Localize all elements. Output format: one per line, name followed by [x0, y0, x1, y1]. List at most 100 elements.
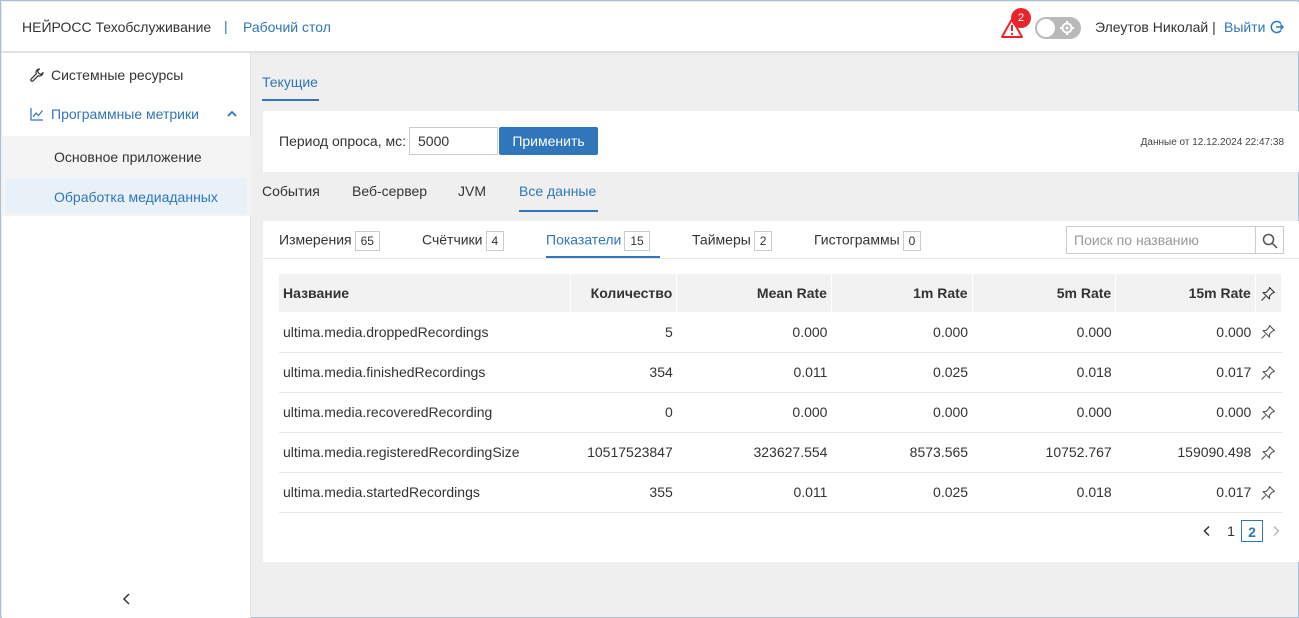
column-header-count[interactable]: Количество — [570, 274, 678, 312]
cell-count: 5 — [570, 312, 677, 353]
column-header-pin[interactable] — [1255, 274, 1283, 312]
tab-counters[interactable]: Счётчики 4 — [422, 231, 505, 251]
logout-link[interactable]: Выйти — [1224, 19, 1265, 35]
column-header-1m-rate[interactable]: 1m Rate — [831, 274, 973, 312]
column-header-name[interactable]: Название — [279, 274, 571, 312]
cell-5m-rate: 10752.767 — [972, 432, 1116, 473]
subtab-all-data[interactable]: Все данные — [519, 183, 596, 199]
poll-panel: Период опроса, мс: Применить Данные от 1… — [263, 111, 1299, 172]
tab-gauges[interactable]: Показатели 15 — [546, 231, 650, 251]
page-2-button[interactable]: 2 — [1241, 520, 1263, 542]
sidebar-item-program-metrics[interactable]: Программные метрики — [2, 97, 251, 131]
cell-name: ultima.media.finishedRecordings — [279, 352, 571, 393]
pin-cell[interactable] — [1255, 352, 1282, 393]
sidebar-item-label: Системные ресурсы — [51, 67, 184, 83]
cell-5m-rate: 0.018 — [972, 472, 1116, 513]
poll-period-label: Период опроса, мс: — [279, 133, 407, 149]
header-separator: | — [224, 18, 228, 34]
cell-15m-rate: 0.017 — [1115, 472, 1256, 513]
subtab-jvm[interactable]: JVM — [458, 183, 486, 199]
tab-count: 2 — [753, 231, 773, 251]
cell-1m-rate: 0.025 — [831, 472, 973, 513]
sidebar-submenu: Основное приложение Обработка медиаданны… — [2, 136, 251, 216]
app-frame: НЕЙРОСС Техобслуживание | Рабочий стол 2… — [0, 0, 1299, 618]
settings-toggle[interactable] — [1035, 17, 1081, 39]
chevron-up-icon[interactable] — [226, 108, 238, 120]
sidebar-subitem-label: Основное приложение — [54, 149, 202, 165]
tab-count: 4 — [485, 231, 505, 251]
search-icon — [1262, 233, 1278, 249]
column-header-15m-rate[interactable]: 15m Rate — [1115, 274, 1256, 312]
cell-name: ultima.media.startedRecordings — [279, 472, 571, 513]
page-1-button[interactable]: 1 — [1224, 520, 1238, 542]
cell-mean-rate: 0.011 — [676, 472, 832, 513]
pin-cell[interactable] — [1255, 312, 1282, 353]
sidebar: Системные ресурсы Программные метрики Ос… — [2, 53, 251, 618]
sidebar-subitem-label: Обработка медиаданных — [54, 189, 218, 205]
search-button[interactable] — [1255, 226, 1284, 254]
chart-line-icon — [30, 108, 43, 121]
tab-current[interactable]: Текущие — [262, 74, 318, 90]
sidebar-subitem-main-app[interactable]: Основное приложение — [6, 138, 247, 174]
pin-icon[interactable] — [1260, 445, 1276, 461]
column-header-mean-rate[interactable]: Mean Rate — [676, 274, 832, 312]
toggle-knob — [1037, 19, 1055, 37]
cell-name: ultima.media.recoveredRecording — [279, 392, 571, 433]
top-header: НЕЙРОСС Техобслуживание | Рабочий стол 2… — [2, 2, 1299, 52]
pin-icon — [1261, 286, 1276, 301]
cell-1m-rate: 0.000 — [831, 312, 973, 353]
tab-count: 15 — [624, 231, 650, 251]
cell-1m-rate: 8573.565 — [831, 432, 973, 473]
desk-link[interactable]: Рабочий стол — [243, 19, 331, 35]
pin-cell[interactable] — [1255, 392, 1282, 433]
tab-label: Таймеры — [692, 231, 751, 248]
cell-15m-rate: 0.000 — [1115, 392, 1256, 433]
pin-icon[interactable] — [1260, 485, 1276, 501]
apply-button[interactable]: Применить — [499, 127, 598, 155]
chevron-right-icon[interactable] — [1270, 525, 1282, 537]
table-row[interactable]: ultima.media.startedRecordings 355 0.011 0.… — [279, 472, 1282, 513]
table-row[interactable]: ultima.media.finishedRecordings 354 0.011 0… — [279, 352, 1282, 393]
cell-name: ultima.media.droppedRecordings — [279, 312, 571, 353]
subtab-web-server[interactable]: Веб-сервер — [352, 183, 427, 199]
pin-icon[interactable] — [1260, 405, 1276, 421]
tab-label: Гистограммы — [814, 231, 900, 248]
tab-label: Счётчики — [422, 231, 483, 248]
cell-1m-rate: 0.000 — [831, 392, 973, 433]
pin-icon[interactable] — [1260, 365, 1276, 381]
tab-histograms[interactable]: Гистограммы 0 — [814, 231, 922, 251]
app-brand: НЕЙРОСС Техобслуживание — [22, 19, 212, 35]
cell-1m-rate: 0.025 — [831, 352, 973, 393]
tab-label: Измерения — [279, 231, 352, 248]
table-row[interactable]: ultima.media.droppedRecordings 5 0.000 0.00… — [279, 312, 1282, 353]
cell-5m-rate: 0.018 — [972, 352, 1116, 393]
metrics-table: Название Количество Mean Rate 1m Rate 5m… — [279, 274, 1283, 513]
sidebar-item-system-resources[interactable]: Системные ресурсы — [2, 58, 251, 92]
tab-measurements[interactable]: Измерения 65 — [279, 231, 380, 251]
sidebar-subitem-media-processing[interactable]: Обработка медиаданных — [6, 178, 247, 214]
cell-mean-rate: 323627.554 — [676, 432, 832, 473]
subtab-events[interactable]: События — [262, 183, 320, 199]
gear-icon — [1060, 21, 1074, 35]
search-input[interactable] — [1066, 226, 1256, 254]
cell-count: 0 — [570, 392, 677, 433]
table-row[interactable]: ultima.media.recoveredRecording 0 0.000 0.0… — [279, 392, 1282, 433]
data-timestamp: Данные от 12.12.2024 22:47:38 — [1140, 137, 1284, 148]
chevron-left-icon[interactable] — [1201, 525, 1213, 537]
cell-count: 355 — [570, 472, 677, 513]
chevron-left-icon[interactable] — [119, 591, 135, 607]
tab-timers[interactable]: Таймеры 2 — [692, 231, 773, 251]
wrench-icon — [30, 68, 44, 82]
metric-type-tabs: Измерения 65 Счётчики 4 Показатели 15 Тайме… — [263, 221, 1299, 259]
pin-cell[interactable] — [1255, 432, 1282, 473]
cell-5m-rate: 0.000 — [972, 392, 1116, 433]
pin-cell[interactable] — [1255, 472, 1282, 513]
poll-period-input[interactable] — [409, 127, 498, 155]
cell-mean-rate: 0.000 — [676, 392, 832, 433]
pin-icon[interactable] — [1260, 324, 1276, 340]
cell-15m-rate: 159090.498 — [1115, 432, 1256, 473]
logout-icon[interactable] — [1270, 20, 1284, 34]
table-row[interactable]: ultima.media.registeredRecordingSize 1051… — [279, 432, 1282, 473]
column-header-5m-rate[interactable]: 5m Rate — [972, 274, 1117, 312]
tab-active-indicator — [262, 99, 319, 101]
